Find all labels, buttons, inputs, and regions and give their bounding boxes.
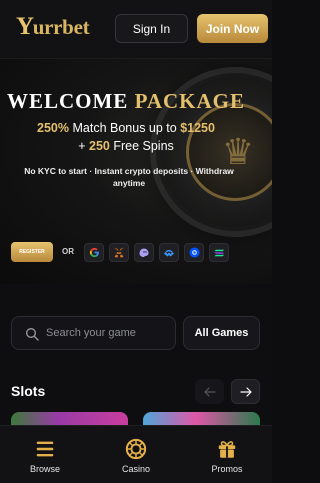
walletconnect-login-button[interactable] xyxy=(159,243,179,262)
solana-icon xyxy=(213,249,224,256)
page: Yurrbet Sign In Join Now ♛ WELCOME PACKA… xyxy=(0,0,272,483)
nav-browse-label: Browse xyxy=(29,464,60,474)
bottom-navigation: Browse Casino Promos xyxy=(0,425,272,483)
logo[interactable]: Yurrbet xyxy=(16,12,90,42)
nav-browse[interactable]: Browse xyxy=(0,426,90,483)
search-input[interactable] xyxy=(46,323,171,343)
coinbase-icon xyxy=(188,247,200,258)
bonus-line: 250% Match Bonus up to $1250 xyxy=(0,121,252,135)
nav-promos-label: Promos xyxy=(211,464,243,474)
logo-initial: Y xyxy=(16,13,34,40)
banner-title: WELCOME PACKAGE xyxy=(0,89,252,114)
google-icon xyxy=(89,247,99,258)
gift-icon xyxy=(218,441,236,458)
banner-subtext: No KYC to start · Instant crypto deposit… xyxy=(24,166,234,188)
all-games-button[interactable]: All Games xyxy=(183,316,260,350)
banner-title-white: WELCOME xyxy=(6,89,129,113)
header: Yurrbet Sign In Join Now xyxy=(0,0,272,58)
bonus-amount: $1250 xyxy=(180,121,215,135)
slots-title: Slots xyxy=(11,383,46,399)
register-button[interactable]: REGISTER xyxy=(11,242,53,262)
google-login-button[interactable] xyxy=(84,243,104,262)
solana-login-button[interactable] xyxy=(209,243,229,262)
nav-casino-label: Casino xyxy=(121,464,150,474)
spins-count: 250 xyxy=(89,139,110,153)
phantom-login-button[interactable] xyxy=(134,243,154,262)
metamask-icon xyxy=(114,247,124,258)
metamask-login-button[interactable] xyxy=(109,243,129,262)
spins-text: Free Spins xyxy=(113,139,174,153)
menu-icon xyxy=(36,441,54,457)
walletconnect-icon xyxy=(164,249,174,256)
casino-chip-icon xyxy=(125,438,147,460)
spins-plus: + xyxy=(78,139,86,153)
search-icon xyxy=(26,328,39,341)
logo-text: urrbet xyxy=(32,14,90,39)
bonus-percent: 250% xyxy=(37,121,69,135)
nav-casino[interactable]: Casino xyxy=(91,426,181,483)
coinbase-login-button[interactable] xyxy=(184,243,204,262)
nav-promos[interactable]: Promos xyxy=(182,426,272,483)
slots-next-button[interactable] xyxy=(231,379,260,404)
bonus-text: Match Bonus up to xyxy=(72,121,177,135)
spins-line: + 250 Free Spins xyxy=(0,139,252,153)
search-bar[interactable] xyxy=(11,316,176,350)
banner-title-gold: PACKAGE xyxy=(134,89,246,113)
arrow-left-icon xyxy=(203,386,216,397)
arrow-right-icon xyxy=(239,386,252,397)
welcome-banner: ♛ WELCOME PACKAGE 250% Match Bonus up to… xyxy=(0,58,272,284)
join-now-button[interactable]: Join Now xyxy=(197,14,268,43)
slots-prev-button[interactable] xyxy=(195,379,224,404)
or-label: OR xyxy=(62,247,74,256)
phantom-icon xyxy=(139,248,149,257)
sign-in-button[interactable]: Sign In xyxy=(115,14,188,43)
